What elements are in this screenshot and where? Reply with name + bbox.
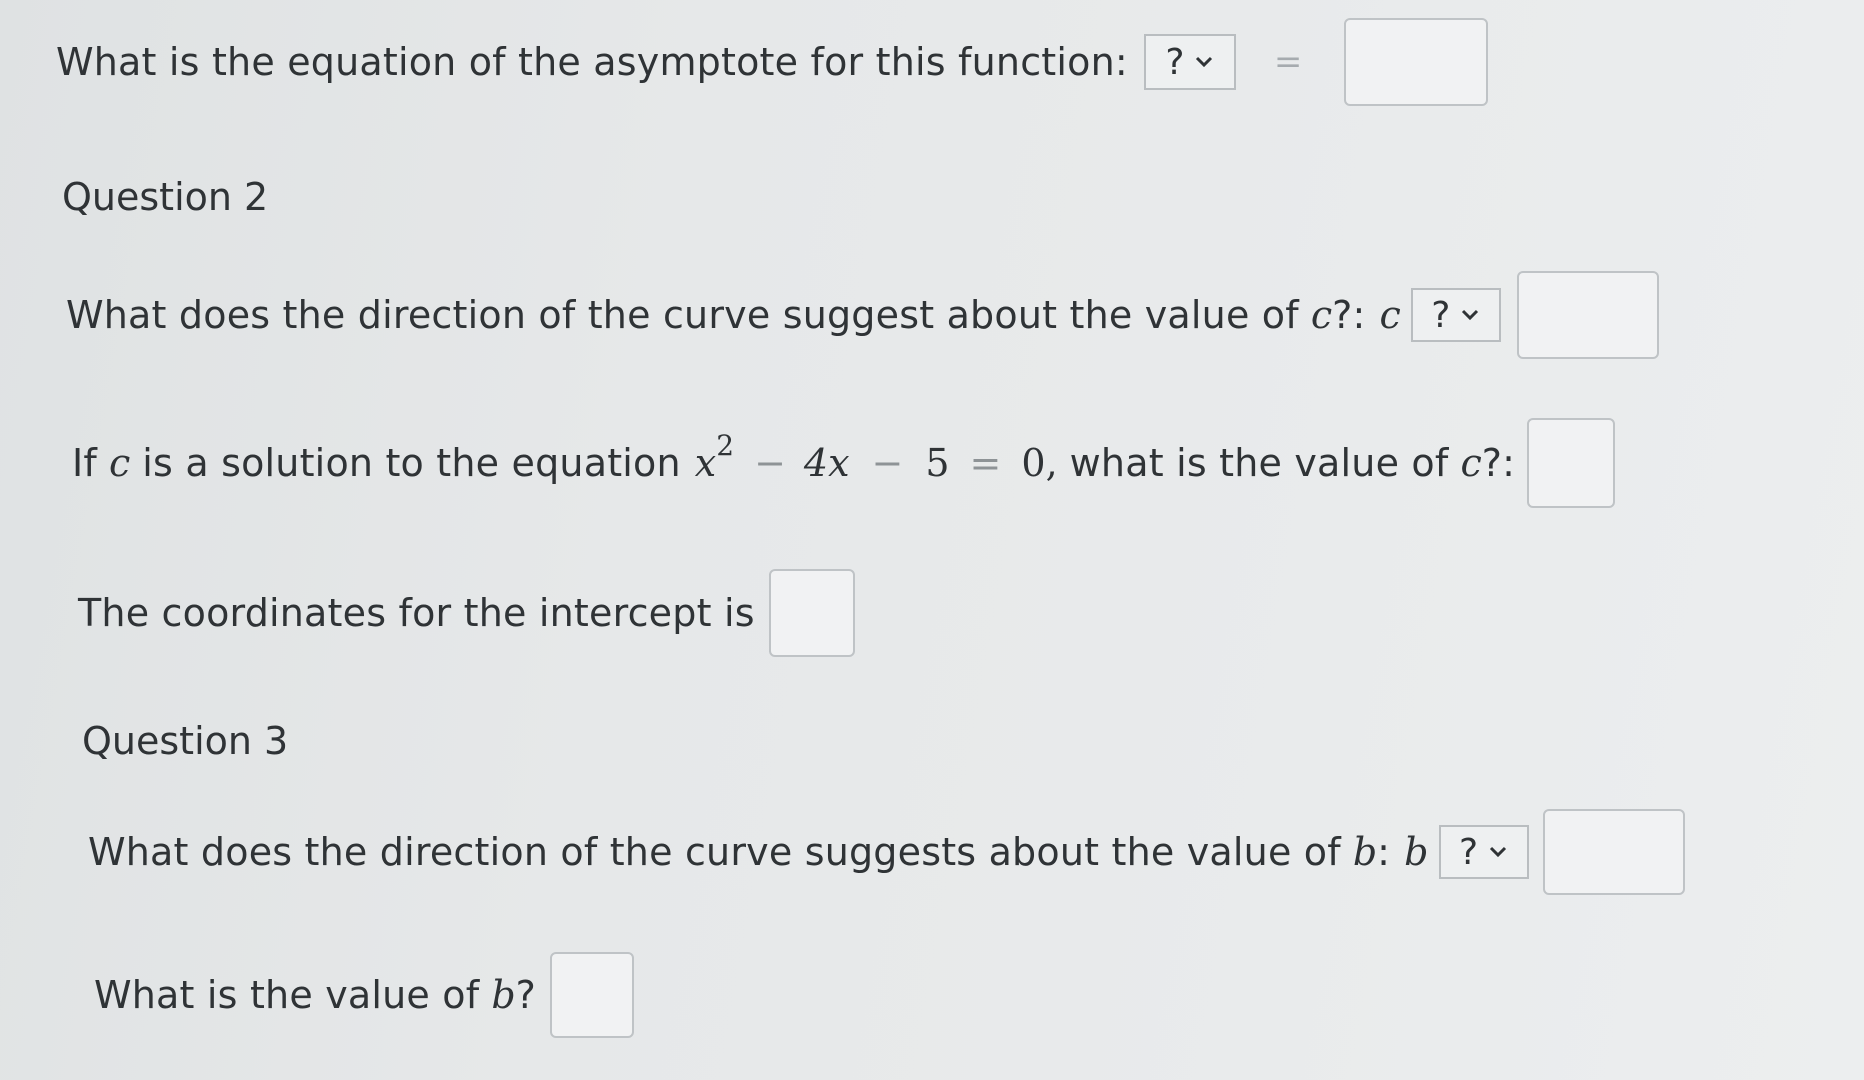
q2-heading: Question 2 xyxy=(62,175,269,219)
q1-answer-input[interactable] xyxy=(1344,18,1489,106)
equation-x: x xyxy=(694,441,717,485)
q2-direction-row: What does the direction of the curve sug… xyxy=(66,270,1659,360)
q2-solution-row: If c is a solution to the equation x 2 −… xyxy=(72,418,1616,508)
equation-term: 4x xyxy=(803,441,850,485)
q1-prompt: What is the equation of the asymptote fo… xyxy=(56,40,1128,84)
q2-direction-dropdown-value: ? xyxy=(1431,294,1451,336)
equation-constant: 5 xyxy=(925,441,950,485)
q3-value-answer-input[interactable] xyxy=(550,952,635,1038)
q3-direction-dropdown-value: ? xyxy=(1458,831,1479,873)
q1-equals-sign: = xyxy=(1273,42,1303,82)
q2-solution-question: what is the value of xyxy=(1069,441,1449,485)
q2-direction-answer-input[interactable] xyxy=(1516,271,1659,359)
q3-direction-prompt: What does the direction of the curve sug… xyxy=(88,830,1341,874)
q2-direction-var-after: c xyxy=(1379,293,1401,337)
chevron-down-icon xyxy=(1462,309,1479,321)
q2-direction-prompt: What does the direction of the curve sug… xyxy=(66,293,1299,337)
q1-row: What is the equation of the asymptote fo… xyxy=(56,18,1489,106)
q3-heading-row: Question 3 xyxy=(82,716,288,766)
q2-direction-var: c xyxy=(1310,293,1333,337)
q2-solution-prefix: If xyxy=(72,441,97,485)
q3-direction-row: What does the direction of the curve sug… xyxy=(88,808,1685,896)
chevron-down-icon xyxy=(1196,56,1213,68)
q2-intercept-prompt: The coordinates for the intercept is xyxy=(78,591,755,635)
q2-solution-answer-input[interactable] xyxy=(1527,418,1616,508)
q2-direction-dropdown[interactable]: ? xyxy=(1410,288,1501,342)
equation-exponent: 2 xyxy=(716,428,735,462)
q2-solution-suffix: ?: xyxy=(1481,441,1516,485)
q2-solution-var2: c xyxy=(1460,441,1482,485)
q1-dropdown[interactable]: ? xyxy=(1143,34,1236,90)
q2-direction-suffix: ?: xyxy=(1332,293,1366,337)
equation-minus-2: − xyxy=(871,441,904,485)
q2-heading-row: Question 2 xyxy=(62,172,268,222)
equation-minus-1: − xyxy=(754,441,786,485)
q2-intercept-row: The coordinates for the intercept is xyxy=(78,568,855,658)
q3-direction-var-after: b xyxy=(1404,830,1429,874)
q3-direction-suffix: : xyxy=(1377,830,1391,874)
q3-value-row: What is the value of b ? xyxy=(94,952,635,1038)
q2-intercept-answer-input[interactable] xyxy=(768,569,855,657)
q3-direction-var: b xyxy=(1352,830,1378,874)
q3-value-prompt: What is the value of xyxy=(94,973,480,1017)
q3-direction-answer-input[interactable] xyxy=(1542,809,1685,895)
chevron-down-icon xyxy=(1489,846,1507,858)
q2-solution-var: c xyxy=(109,441,131,485)
q3-direction-dropdown[interactable]: ? xyxy=(1438,825,1529,879)
equation-equals: = xyxy=(969,441,1002,485)
q3-value-var: b xyxy=(491,973,516,1017)
equation-rhs: 0, xyxy=(1021,441,1058,485)
q3-value-suffix: ? xyxy=(515,973,537,1017)
q1-dropdown-value: ? xyxy=(1165,41,1185,83)
q3-heading: Question 3 xyxy=(82,719,289,763)
q2-solution-middle: is a solution to the equation xyxy=(142,441,681,485)
